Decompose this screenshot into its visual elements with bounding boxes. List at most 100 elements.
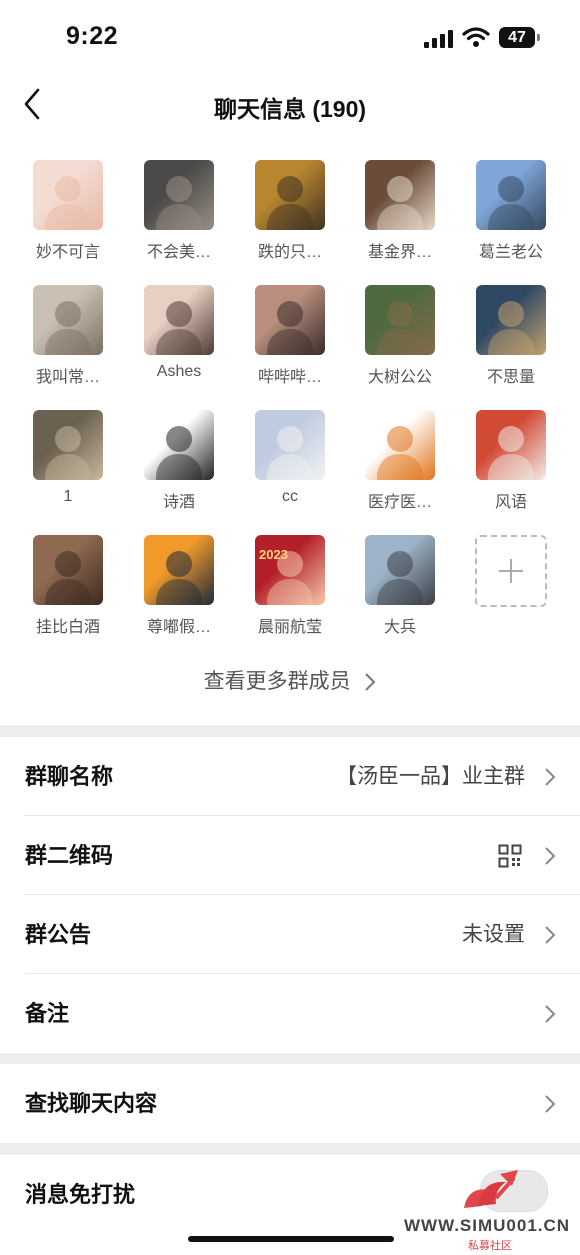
- member-avatar: [365, 535, 435, 605]
- member-avatar: [33, 160, 103, 230]
- member-name: 不会美…: [146, 244, 211, 261]
- avatar-figure: [55, 426, 81, 452]
- member-item[interactable]: 妙不可言: [13, 160, 123, 270]
- watermark-text: WWW.SIMU001.CN: [404, 1216, 571, 1235]
- member-avatar: [476, 410, 546, 480]
- member-item[interactable]: cc: [235, 410, 345, 520]
- wifi-icon: [462, 27, 490, 47]
- avatar-body: [377, 329, 423, 355]
- plus-icon: [475, 535, 547, 607]
- member-item[interactable]: 哔哔哔…: [235, 285, 345, 395]
- avatar-figure: [277, 301, 303, 327]
- member-item[interactable]: 1: [13, 410, 123, 520]
- member-avatar: [255, 285, 325, 355]
- member-grid: 妙不可言 不会美… 跌的只… 基金界… 葛兰老公我叫常… Ashes 哔哔哔… 大树公公 不思量…: [0, 150, 580, 650]
- member-name: Ashes: [156, 363, 202, 380]
- member-avatar: [365, 160, 435, 230]
- avatar-figure: [166, 426, 192, 452]
- member-item[interactable]: 挂比白酒: [13, 535, 123, 645]
- member-avatar: 2023: [255, 535, 325, 605]
- group-name-label: 群聊名称: [25, 764, 114, 789]
- member-avatar: [255, 160, 325, 230]
- avatar-body: [267, 454, 313, 480]
- search-chat-row[interactable]: 查找聊天内容: [0, 1064, 580, 1143]
- member-avatar: [33, 410, 103, 480]
- member-name: 妙不可言: [35, 244, 100, 261]
- member-name: 哔哔哔…: [257, 369, 322, 386]
- avatar-body: [45, 204, 91, 230]
- search-chat-label: 查找聊天内容: [25, 1091, 158, 1116]
- member-item[interactable]: 葛兰老公: [456, 160, 566, 270]
- member-item[interactable]: 我叫常…: [13, 285, 123, 395]
- page-title: 聊天信息 (190): [213, 96, 367, 122]
- member-item[interactable]: 风语: [456, 410, 566, 520]
- remark-row[interactable]: 备注: [0, 974, 580, 1053]
- avatar-figure: [387, 426, 413, 452]
- member-avatar: [476, 160, 546, 230]
- avatar-figure: [498, 176, 524, 202]
- group-settings-section: 群聊名称 【汤臣一品】业主群 群二维码 群公告 未设置 备注: [0, 737, 580, 1053]
- navigation-bar: 聊天信息 (190): [0, 76, 580, 132]
- avatar-body: [156, 579, 202, 605]
- avatar-figure: [55, 551, 81, 577]
- chevron-right-icon: [545, 1095, 556, 1113]
- avatar-body: [156, 454, 202, 480]
- chevron-right-icon: [545, 847, 556, 865]
- member-item[interactable]: 基金界…: [345, 160, 455, 270]
- group-name-row[interactable]: 群聊名称 【汤臣一品】业主群: [0, 737, 580, 816]
- member-item[interactable]: 大兵: [345, 535, 455, 645]
- member-name: 医疗医…: [367, 494, 432, 511]
- chevron-right-icon: [365, 673, 376, 692]
- member-item[interactable]: 2023 晨丽航莹: [235, 535, 345, 645]
- mute-label: 消息免打扰: [25, 1182, 136, 1207]
- member-avatar: [33, 285, 103, 355]
- member-item[interactable]: 医疗医…: [345, 410, 455, 520]
- chevron-right-icon: [545, 1005, 556, 1023]
- member-name: 大兵: [383, 619, 416, 636]
- member-item[interactable]: 不思量: [456, 285, 566, 395]
- avatar-body: [488, 454, 534, 480]
- member-avatar: [144, 285, 214, 355]
- avatar-figure: [55, 176, 81, 202]
- avatar-figure: [498, 301, 524, 327]
- member-name: 跌的只…: [257, 244, 322, 261]
- group-name-value: 【汤臣一品】业主群: [336, 765, 525, 788]
- group-notice-value: 未设置: [462, 923, 525, 946]
- member-item[interactable]: 尊嘟假…: [124, 535, 234, 645]
- member-name: cc: [282, 488, 298, 505]
- group-qr-row[interactable]: 群二维码: [0, 816, 580, 895]
- member-name: 晨丽航莹: [257, 619, 322, 636]
- home-indicator[interactable]: [188, 1236, 394, 1242]
- member-avatar: [144, 535, 214, 605]
- avatar-figure: [387, 301, 413, 327]
- signal-icon: [424, 30, 454, 48]
- view-more-members-link[interactable]: 查看更多群成员: [0, 665, 580, 695]
- member-name: 尊嘟假…: [146, 619, 211, 636]
- member-name: 葛兰老公: [478, 244, 543, 261]
- member-item[interactable]: 大树公公: [345, 285, 455, 395]
- member-name: 风语: [494, 494, 527, 511]
- member-avatar: [144, 160, 214, 230]
- avatar-figure: [498, 426, 524, 452]
- status-bar: 9:22 47: [0, 0, 580, 76]
- member-name: 诗酒: [162, 494, 195, 511]
- remark-label: 备注: [25, 1001, 70, 1026]
- avatar-figure: [166, 301, 192, 327]
- member-item[interactable]: 不会美…: [124, 160, 234, 270]
- add-member-button[interactable]: [456, 535, 566, 645]
- avatar-body: [267, 579, 313, 605]
- member-item[interactable]: Ashes: [124, 285, 234, 395]
- member-avatar: [144, 410, 214, 480]
- avatar-body: [156, 329, 202, 355]
- avatar-figure: [166, 176, 192, 202]
- group-notice-row[interactable]: 群公告 未设置: [0, 895, 580, 974]
- member-avatar: [255, 410, 325, 480]
- member-item[interactable]: 跌的只…: [235, 160, 345, 270]
- chevron-right-icon: [545, 926, 556, 944]
- member-avatar: [33, 535, 103, 605]
- watermark: WWW.SIMU001.CN 私募社区: [404, 1168, 576, 1253]
- avatar-body: [488, 204, 534, 230]
- member-item[interactable]: 诗酒: [124, 410, 234, 520]
- avatar-body: [45, 579, 91, 605]
- avatar-body: [45, 329, 91, 355]
